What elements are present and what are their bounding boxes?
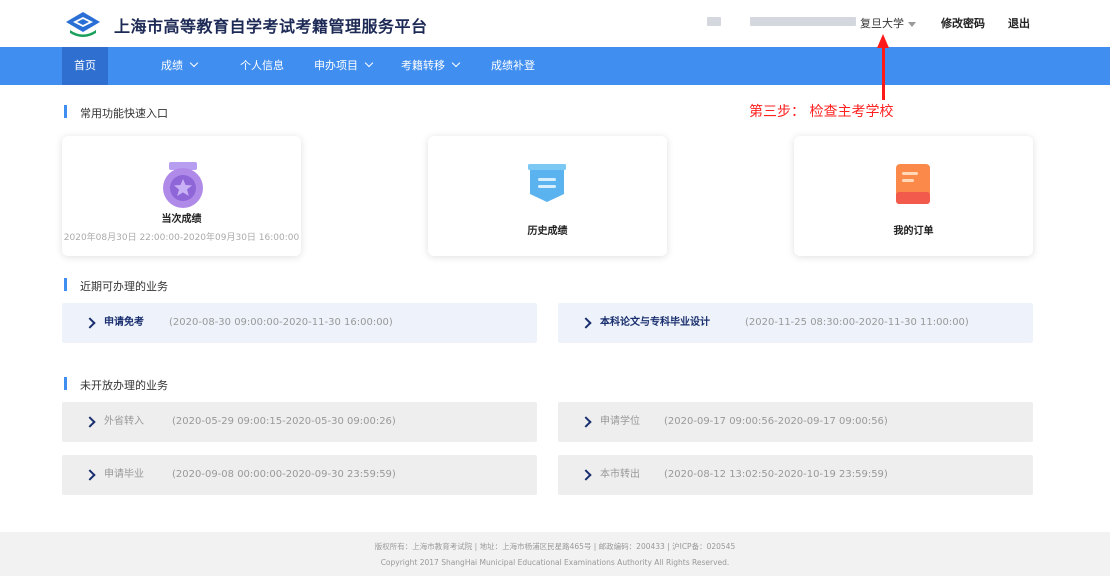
chevron-right-icon bbox=[580, 469, 592, 481]
business-transfer-in[interactable]: 外省转入 (2020-05-29 09:00:15-2020-05-30 09:… bbox=[62, 402, 537, 442]
blurred-user-id bbox=[707, 17, 721, 26]
change-password-link[interactable]: 修改密码 bbox=[941, 15, 985, 31]
section-title-quick-entry: 常用功能快速入口 bbox=[80, 107, 168, 120]
chevron-right-icon bbox=[84, 469, 96, 481]
chevron-right-icon bbox=[580, 317, 592, 329]
section-marker bbox=[64, 105, 67, 118]
chevron-right-icon bbox=[84, 317, 96, 329]
annotation-arrow bbox=[882, 40, 885, 100]
chevron-right-icon bbox=[84, 416, 96, 428]
logout-link[interactable]: 退出 bbox=[1008, 15, 1030, 31]
nav-applications[interactable]: 申办项目 bbox=[314, 47, 374, 85]
section-marker bbox=[64, 278, 67, 291]
nav-home[interactable]: 首页 bbox=[62, 47, 108, 85]
card-current-score[interactable]: 当次成绩 2020年08月30日 22:00:00-2020年09月30日 16… bbox=[62, 136, 301, 256]
nav-transfer[interactable]: 考籍转移 bbox=[401, 47, 461, 85]
footer-copyright: Copyright 2017 ShangHai Municipal Educat… bbox=[380, 558, 730, 567]
section-title-unopened: 未开放办理的业务 bbox=[80, 379, 168, 392]
card-label: 我的订单 bbox=[893, 226, 934, 237]
logo-icon bbox=[66, 12, 100, 37]
section-marker bbox=[64, 377, 67, 390]
site-title: 上海市高等教育自学考试考籍管理服务平台 bbox=[114, 17, 428, 36]
header: 上海市高等教育自学考试考籍管理服务平台 复旦大学 修改密码 退出 bbox=[0, 0, 1110, 47]
university-selector[interactable]: 复旦大学 bbox=[860, 15, 916, 31]
medal-icon bbox=[163, 162, 203, 208]
blurred-user-name bbox=[750, 17, 856, 26]
card-label: 历史成绩 bbox=[527, 226, 568, 237]
chevron-down-icon bbox=[451, 58, 461, 68]
banner-icon bbox=[528, 164, 566, 202]
business-apply-graduation[interactable]: 申请毕业 (2020-09-08 00:00:00-2020-09-30 23:… bbox=[62, 455, 537, 495]
footer-info: 版权所有：上海市教育考试院 | 地址：上海市杨浦区民星路465号 | 邮政编码：… bbox=[374, 542, 736, 551]
chevron-down-icon bbox=[189, 58, 199, 68]
annotation-text: 第三步： 检查主考学校 bbox=[749, 104, 894, 120]
business-thesis-design[interactable]: 本科论文与专科毕业设计 (2020-11-25 08:30:00-2020-11… bbox=[558, 303, 1033, 343]
main-nav: 首页 成绩 个人信息 申办项目 考籍转移 成绩补登 bbox=[0, 47, 1110, 85]
card-label: 当次成绩 bbox=[161, 214, 202, 225]
card-period: 2020年08月30日 22:00:00-2020年09月30日 16:00:0… bbox=[63, 233, 300, 243]
university-name: 复旦大学 bbox=[860, 17, 904, 30]
section-title-available: 近期可办理的业务 bbox=[80, 280, 168, 293]
chevron-right-icon bbox=[580, 416, 592, 428]
card-history-score[interactable]: 历史成绩 bbox=[428, 136, 667, 256]
chevron-down-icon bbox=[364, 58, 374, 68]
business-exam-exemption[interactable]: 申请免考 (2020-08-30 09:00:00-2020-11-30 16:… bbox=[62, 303, 537, 343]
nav-personal-info[interactable]: 个人信息 bbox=[240, 47, 284, 85]
footer: 版权所有：上海市教育考试院 | 地址：上海市杨浦区民星路465号 | 邮政编码：… bbox=[0, 532, 1110, 576]
card-my-orders[interactable]: 我的订单 bbox=[794, 136, 1033, 256]
business-transfer-out[interactable]: 本市转出 (2020-08-12 13:02:50-2020-10-19 23:… bbox=[558, 455, 1033, 495]
business-apply-degree[interactable]: 申请学位 (2020-09-17 09:00:56-2020-09-17 09:… bbox=[558, 402, 1033, 442]
book-icon bbox=[896, 164, 930, 204]
caret-down-icon bbox=[908, 21, 916, 27]
nav-score-supplement[interactable]: 成绩补登 bbox=[491, 47, 535, 85]
nav-scores[interactable]: 成绩 bbox=[161, 47, 199, 85]
